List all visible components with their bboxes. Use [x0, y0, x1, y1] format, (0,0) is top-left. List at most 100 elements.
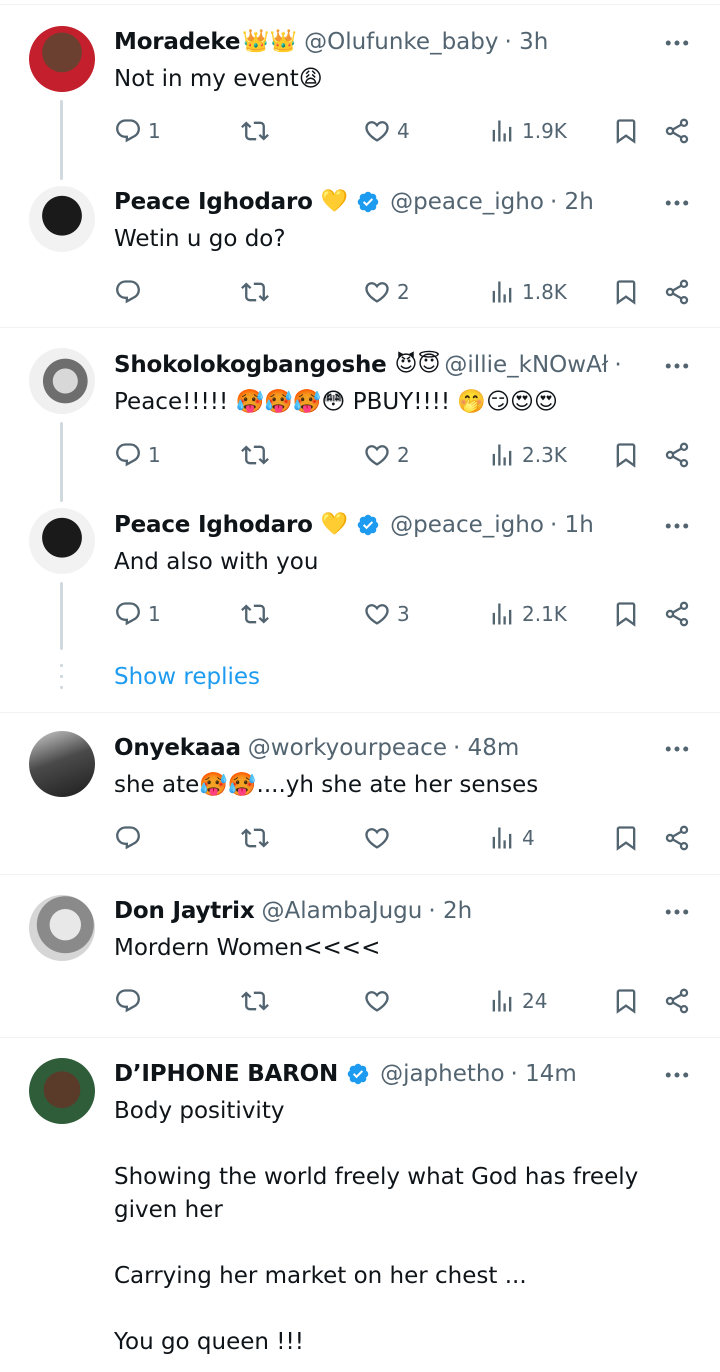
views-button[interactable]: 1.9K — [488, 116, 567, 146]
views-button[interactable]: 2.1K — [488, 599, 567, 629]
reply-button[interactable] — [114, 986, 142, 1016]
author-name[interactable]: Don Jaytrix — [114, 898, 255, 924]
avatar[interactable] — [29, 186, 95, 252]
retweet-button[interactable] — [241, 440, 269, 470]
tweet-onyekaaa[interactable]: Onyekaaa @workyourpeace · 48m she ate🥵🥵.… — [0, 713, 720, 873]
like-button[interactable] — [363, 986, 391, 1016]
author-name[interactable]: Onyekaaa — [114, 735, 241, 761]
views-icon — [488, 117, 516, 145]
tweet-shokoloko[interactable]: Shokolokogbangoshe 😈😇 @illie_kNOwAł · 2h… — [0, 328, 720, 496]
thread-dots — [60, 664, 63, 697]
author-name[interactable]: Peace Ighodaro — [114, 512, 313, 538]
views-button[interactable]: 2.3K — [488, 440, 567, 470]
author-name[interactable]: D’IPHONE BARON — [114, 1061, 338, 1087]
reply-button[interactable]: 1 — [114, 599, 161, 629]
bookmark-icon — [612, 987, 640, 1015]
reply-button[interactable]: 1 — [114, 440, 161, 470]
timestamp[interactable]: · 48m — [453, 735, 519, 761]
author-handle[interactable]: @peace_igho — [390, 512, 544, 538]
like-button[interactable]: 4 — [363, 116, 410, 146]
more-icon[interactable] — [662, 511, 692, 541]
tweet-line — [114, 1227, 694, 1260]
share-icon — [663, 117, 691, 145]
timestamp[interactable]: · 14m — [511, 1061, 577, 1087]
timestamp[interactable]: · 2h — [428, 898, 472, 924]
like-count: 2 — [397, 443, 410, 467]
tweet-peace-1[interactable]: Peace Ighodaro 💛 @peace_igho · 2h Wetin … — [0, 170, 720, 328]
avatar[interactable] — [29, 348, 95, 414]
bookmark-button[interactable] — [612, 599, 640, 629]
reply-button[interactable] — [114, 277, 148, 307]
author-handle[interactable]: @illie_kNOwAł — [444, 352, 608, 378]
retweet-button[interactable] — [241, 986, 269, 1016]
bookmark-button[interactable] — [612, 116, 640, 146]
timestamp[interactable]: · 2h — [550, 189, 594, 215]
like-button[interactable]: 2 — [363, 277, 410, 307]
tweet-header: Peace Ighodaro 💛 @peace_igho · 2h — [114, 187, 624, 217]
author-handle[interactable]: @AlambaJugu — [262, 898, 423, 924]
tweet-peace-2[interactable]: Peace Ighodaro 💛 @peace_igho · 1h And al… — [0, 496, 720, 652]
more-icon[interactable] — [662, 188, 692, 218]
share-button[interactable] — [663, 277, 691, 307]
author-name[interactable]: Peace Ighodaro — [114, 189, 313, 215]
retweet-button[interactable] — [241, 599, 269, 629]
views-icon — [488, 824, 516, 852]
author-handle[interactable]: @Olufunke_baby — [304, 29, 498, 55]
share-button[interactable] — [663, 823, 691, 853]
share-button[interactable] — [663, 599, 691, 629]
name-emoji: 😈😇 — [394, 352, 441, 377]
author-handle[interactable]: @japhetho — [380, 1061, 504, 1087]
bookmark-button[interactable] — [612, 440, 640, 470]
views-button[interactable]: 1.8K — [488, 277, 567, 307]
like-button[interactable]: 3 — [363, 599, 410, 629]
retweet-icon — [241, 278, 269, 306]
bookmark-button[interactable] — [612, 277, 640, 307]
share-icon — [663, 987, 691, 1015]
retweet-icon — [241, 441, 269, 469]
more-icon[interactable] — [662, 28, 692, 58]
author-name[interactable]: Moradeke — [114, 29, 240, 55]
share-icon — [663, 824, 691, 852]
bookmark-button[interactable] — [612, 823, 640, 853]
more-icon[interactable] — [662, 1060, 692, 1090]
views-button[interactable]: 4 — [488, 823, 535, 853]
like-button[interactable]: 2 — [363, 440, 410, 470]
timestamp[interactable]: · 1h — [550, 512, 594, 538]
bookmark-icon — [612, 441, 640, 469]
views-icon — [488, 600, 516, 628]
like-button[interactable] — [363, 823, 391, 853]
retweet-icon — [241, 600, 269, 628]
retweet-button[interactable] — [241, 116, 269, 146]
more-icon[interactable] — [662, 351, 692, 381]
tweet-don-jaytrix[interactable]: Don Jaytrix @AlambaJugu · 2h Mordern Wom… — [0, 875, 720, 1037]
avatar[interactable] — [29, 731, 95, 797]
retweet-button[interactable] — [241, 823, 269, 853]
reply-button[interactable]: 1 — [114, 116, 161, 146]
tweet-line — [114, 1128, 694, 1161]
tweet-diphone-baron[interactable]: D’IPHONE BARON @japhetho · 14m Body posi… — [0, 1038, 720, 1372]
author-name[interactable]: Shokolokogbangoshe — [114, 352, 387, 378]
share-button[interactable] — [663, 440, 691, 470]
reply-icon — [114, 117, 142, 145]
avatar[interactable] — [29, 1058, 95, 1124]
share-button[interactable] — [663, 116, 691, 146]
more-icon[interactable] — [662, 734, 692, 764]
views-button[interactable]: 24 — [488, 986, 547, 1016]
avatar[interactable] — [29, 26, 95, 92]
reply-button[interactable] — [114, 823, 142, 853]
more-icon[interactable] — [662, 897, 692, 927]
retweet-button[interactable] — [241, 277, 269, 307]
author-handle[interactable]: @workyourpeace — [248, 735, 447, 761]
avatar[interactable] — [29, 508, 95, 574]
share-button[interactable] — [663, 986, 691, 1016]
avatar[interactable] — [29, 895, 95, 961]
timestamp[interactable]: · 3h — [504, 29, 548, 55]
bookmark-icon — [612, 278, 640, 306]
like-count: 2 — [397, 280, 410, 304]
author-handle[interactable]: @peace_igho — [390, 189, 544, 215]
tweet-moradeke[interactable]: Moradeke 👑👑 @Olufunke_baby · 3h Not in m… — [0, 0, 720, 170]
show-replies-link[interactable]: Show replies — [114, 664, 260, 690]
bookmark-button[interactable] — [612, 986, 640, 1016]
tweet-header: D’IPHONE BARON @japhetho · 14m — [114, 1059, 624, 1089]
timestamp[interactable]: · 2h — [614, 352, 624, 378]
